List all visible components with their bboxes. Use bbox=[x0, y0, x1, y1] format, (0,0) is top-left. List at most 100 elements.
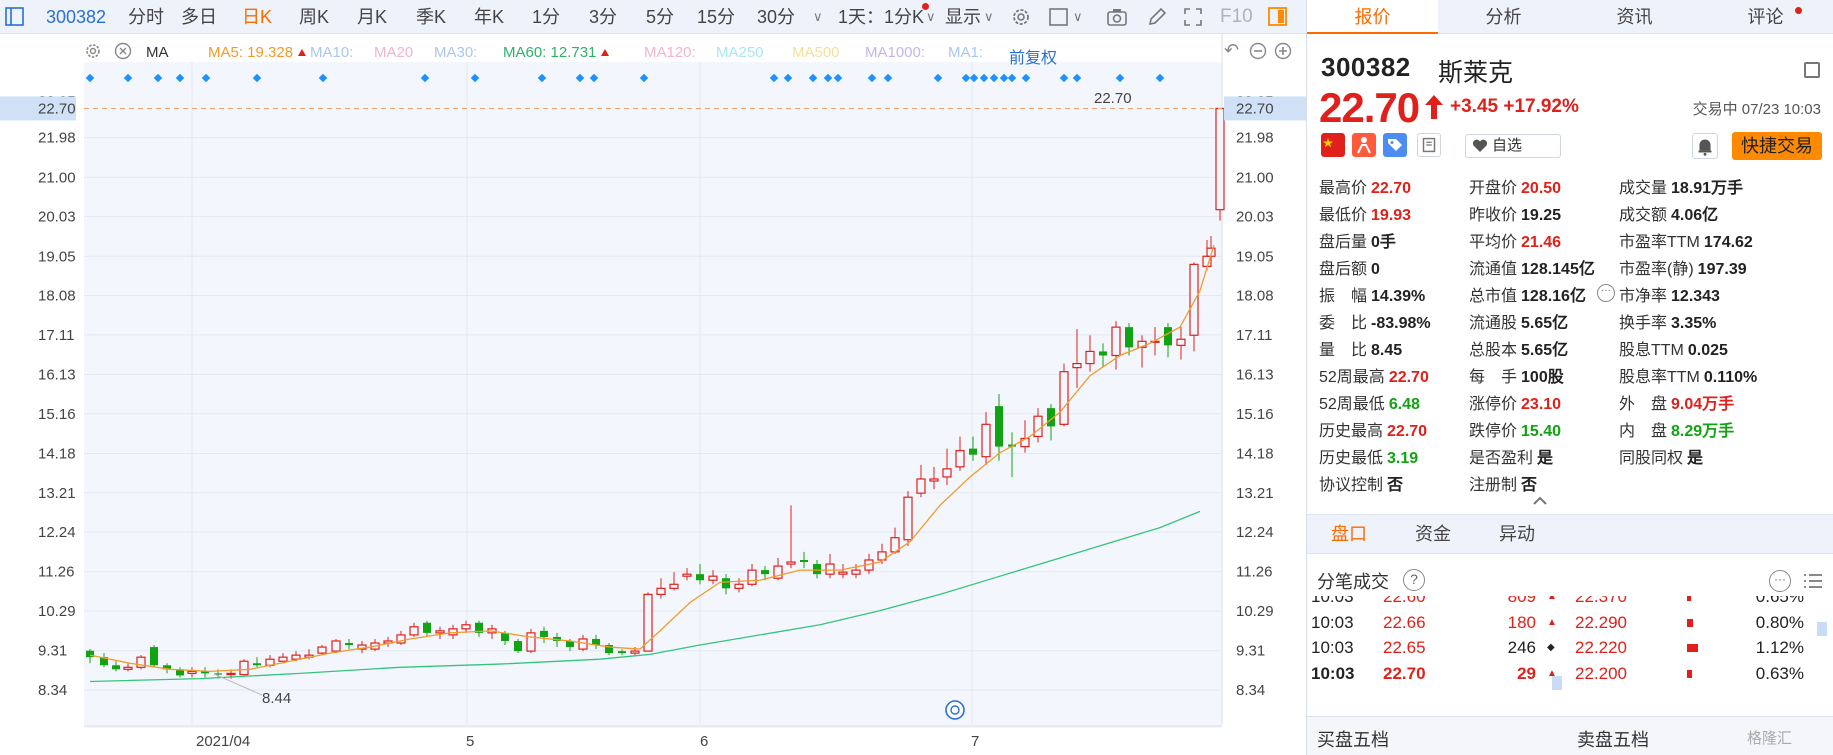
ma20-value: MA20 bbox=[374, 44, 414, 61]
kline-chart-area[interactable]: 22.70 22.70 21.98 21.98 21.00 21.00 20.03 20.03… bbox=[0, 0, 1306, 755]
candle-up bbox=[669, 583, 679, 589]
quote-field-value: 22.70 bbox=[1387, 423, 1428, 440]
period-fenshi[interactable]: 分时 bbox=[128, 0, 164, 34]
tab-quote[interactable]: 报价 bbox=[1307, 0, 1438, 34]
candle-down bbox=[969, 448, 977, 455]
more-options-icon[interactable]: ··· bbox=[1769, 570, 1791, 592]
quote-field: 总股本 5.65亿 bbox=[1469, 336, 1568, 360]
quote-field: 盘后额 0 bbox=[1319, 255, 1380, 279]
quote-field-value: 21.46 bbox=[1521, 234, 1562, 251]
quote-field-label: 平均价 bbox=[1469, 234, 1518, 251]
ma-name[interactable]: MA bbox=[146, 44, 169, 61]
period-duori[interactable]: 多日 bbox=[181, 0, 217, 34]
candle-down bbox=[696, 574, 704, 581]
pencil-icon[interactable] bbox=[1146, 6, 1168, 28]
period-quarterk[interactable]: 季K bbox=[416, 0, 446, 34]
layout-icon[interactable] bbox=[1804, 62, 1820, 78]
settings-gear-icon[interactable] bbox=[1010, 6, 1032, 28]
list-view-icon[interactable] bbox=[1803, 572, 1823, 590]
range-select[interactable]: 1天：1分K bbox=[838, 0, 924, 34]
person-tag-icon[interactable] bbox=[1352, 133, 1376, 157]
x-tick-label: 5 bbox=[466, 733, 474, 750]
low-annotation: 8.44 bbox=[262, 690, 291, 707]
period-15min[interactable]: 15分 bbox=[697, 0, 735, 34]
zoom-out-icon[interactable] bbox=[1249, 42, 1267, 60]
china-flag-icon[interactable] bbox=[1321, 133, 1345, 157]
tick-volume: 29 bbox=[1517, 664, 1536, 683]
candle-up bbox=[1189, 263, 1199, 336]
kline-chart[interactable]: 22.70 22.70 21.98 21.98 21.00 21.00 20.03 20.03… bbox=[0, 0, 1306, 755]
period-30min[interactable]: 30分 bbox=[757, 0, 795, 34]
tab-abnormal[interactable]: 异动 bbox=[1475, 515, 1559, 553]
quote-field-value: 23.10 bbox=[1521, 396, 1562, 413]
period-yeark[interactable]: 年K bbox=[474, 0, 504, 34]
quote-field-label: 市盈率TTM bbox=[1619, 234, 1700, 251]
f10-button[interactable]: F10 bbox=[1220, 0, 1253, 34]
tab-analysis[interactable]: 分析 bbox=[1438, 0, 1569, 34]
quote-field-value: 4.06亿 bbox=[1671, 207, 1719, 224]
quote-field: 涨停价 23.10 bbox=[1469, 390, 1561, 414]
quote-field: 平均价 21.46 bbox=[1469, 228, 1561, 252]
quick-trade-button[interactable]: 快捷交易 bbox=[1732, 132, 1822, 160]
note-icon[interactable] bbox=[1417, 133, 1441, 157]
last-price-label-left: 22.70 bbox=[38, 100, 76, 117]
candle-down bbox=[423, 622, 431, 633]
tab-news[interactable]: 资讯 bbox=[1569, 0, 1700, 34]
period-5min[interactable]: 5分 bbox=[646, 0, 674, 34]
dist-scrollbar[interactable] bbox=[1817, 622, 1827, 636]
display-menu[interactable]: 显示 bbox=[945, 0, 981, 34]
draw-rect-icon[interactable] bbox=[1048, 6, 1070, 28]
bell-icon[interactable] bbox=[1692, 133, 1718, 159]
quote-field-label: 同股同权 bbox=[1619, 450, 1684, 467]
quote-field-value: 0.110% bbox=[1703, 369, 1758, 386]
camera-icon[interactable] bbox=[1106, 6, 1128, 28]
candle-up bbox=[461, 624, 471, 630]
quote-field: 市净率 12.343 bbox=[1619, 282, 1720, 306]
candle-up bbox=[187, 670, 197, 674]
tab-capital[interactable]: 资金 bbox=[1391, 515, 1475, 553]
period-monthk[interactable]: 月K bbox=[357, 0, 387, 34]
display-chevron-icon[interactable]: ∨ bbox=[984, 0, 994, 34]
tab-orderbook[interactable]: 盘口 bbox=[1307, 515, 1391, 553]
fullscreen-icon[interactable] bbox=[1182, 6, 1204, 28]
y-tick-label-right: 11.26 bbox=[1236, 564, 1272, 581]
market-cap-more-icon[interactable]: ··· bbox=[1597, 284, 1615, 302]
candle-up bbox=[825, 563, 835, 575]
y-tick-label-right: 17.11 bbox=[1236, 327, 1272, 344]
period-more-chevron-icon[interactable]: ∨ bbox=[813, 0, 823, 34]
period-1min[interactable]: 1分 bbox=[532, 0, 560, 34]
period-dayk[interactable]: 日K bbox=[242, 0, 272, 34]
candle-up bbox=[708, 575, 718, 581]
ma-settings-gear-icon[interactable] bbox=[84, 42, 102, 60]
candle-up bbox=[123, 666, 133, 670]
candle-up bbox=[682, 573, 692, 577]
quote-field-label: 成交量 bbox=[1619, 180, 1668, 197]
help-icon[interactable]: ? bbox=[1403, 569, 1425, 591]
tick-list[interactable]: 10:03 22.60 809 ▲ 22.370 0.65% 10:03 22.66 180 ▲ 2… bbox=[1307, 596, 1833, 706]
tab-comments[interactable]: 评论 bbox=[1700, 0, 1831, 34]
adjust-button[interactable]: 前复权 bbox=[1009, 44, 1057, 68]
collapse-chevron-icon[interactable] bbox=[1532, 494, 1548, 506]
candle-up bbox=[786, 561, 796, 565]
zoom-in-icon[interactable] bbox=[1274, 42, 1292, 60]
tag-icon[interactable] bbox=[1383, 133, 1407, 157]
heart-icon bbox=[1472, 139, 1488, 152]
candle-up bbox=[1111, 326, 1121, 357]
quote-field-value: 8.45 bbox=[1371, 342, 1403, 359]
add-watchlist-button[interactable]: 自选 bbox=[1465, 134, 1561, 158]
sidebar-toggle-icon[interactable] bbox=[4, 6, 26, 28]
period-3min[interactable]: 3分 bbox=[589, 0, 617, 34]
y-tick-label-left: 9.31 bbox=[38, 643, 67, 660]
ma-close-icon[interactable] bbox=[114, 42, 132, 60]
draw-rect-chevron-icon[interactable]: ∨ bbox=[1073, 0, 1083, 34]
quote-field-label: 最低价 bbox=[1319, 207, 1368, 224]
period-weekk[interactable]: 周K bbox=[299, 0, 329, 34]
y-tick-label-left: 11.26 bbox=[38, 564, 74, 581]
quote-field-value: 174.62 bbox=[1703, 234, 1753, 251]
panel-toggle-icon[interactable] bbox=[1267, 6, 1289, 28]
stock-code[interactable]: 300382 bbox=[46, 0, 106, 34]
candle-down bbox=[1125, 327, 1133, 348]
undo-icon[interactable]: ↶ bbox=[1224, 40, 1239, 61]
ticks-scrollbar[interactable] bbox=[1552, 676, 1562, 690]
quote-field-label: 市盈率(静) bbox=[1619, 261, 1694, 278]
